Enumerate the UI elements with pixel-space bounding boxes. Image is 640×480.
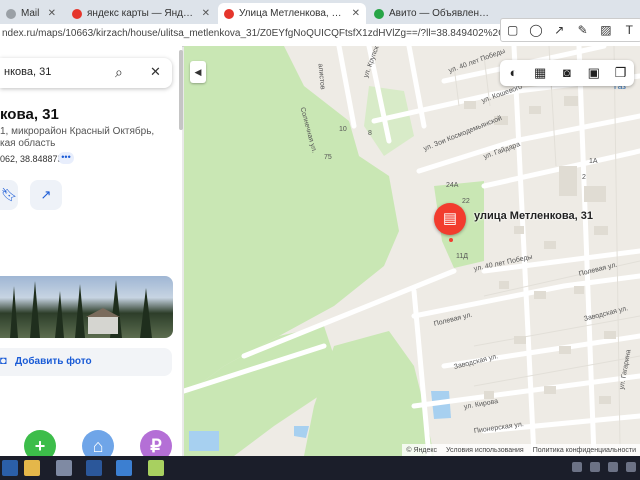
map-canvas[interactable]: Солнечная ул. ул. Крупской алистов ул. 4…: [184, 46, 640, 456]
house-number: 24А: [446, 182, 459, 189]
maps-favicon-icon: [224, 8, 234, 19]
house-number: 75: [324, 154, 332, 161]
browser-app-icon[interactable]: [148, 460, 164, 476]
house-number: 8: [368, 130, 372, 137]
map-layers-control: ◐ ▦ ◙ ▣ ❐: [500, 60, 634, 86]
os-taskbar: [0, 456, 640, 480]
close-tab-icon[interactable]: ✕: [48, 8, 56, 19]
yandex-favicon-icon: [72, 8, 82, 19]
building-icon: ▤: [442, 210, 458, 227]
panel-scrollbar[interactable]: [179, 50, 183, 130]
map-drawing: [184, 46, 640, 456]
panorama-camera-icon[interactable]: ◙: [559, 65, 575, 81]
text-tool-icon[interactable]: T: [622, 23, 636, 37]
bookmark-button[interactable]: 🔖︎: [0, 180, 18, 210]
ruble-icon: ₽: [150, 436, 162, 456]
app-icon[interactable]: [116, 460, 132, 476]
browser-tab-maps[interactable]: Улица Метленкова, 31 — Яндекс ✕: [218, 3, 366, 24]
place-title: кова, 31: [0, 106, 59, 123]
rectangle-tool-icon[interactable]: ▢: [506, 23, 520, 37]
house-number: 1А: [589, 158, 598, 165]
plus-icon: +: [34, 436, 46, 456]
payment-button[interactable]: ₽: [140, 430, 172, 456]
place-photo[interactable]: [0, 276, 173, 338]
place-marker-dot: [449, 238, 453, 242]
add-photo-label: Добавить фото: [15, 356, 92, 367]
tray-battery-icon[interactable]: [608, 462, 618, 472]
ellipse-tool-icon[interactable]: ◯: [529, 23, 543, 37]
house-number: 2: [582, 174, 586, 181]
pencil-tool-icon[interactable]: ✎: [576, 23, 590, 37]
chevron-left-icon: ◀: [194, 67, 202, 77]
copyright-text[interactable]: © Яндекс: [406, 447, 437, 454]
mail-favicon-icon: [6, 8, 16, 19]
house-number: 22: [462, 198, 470, 205]
map-layer-icon[interactable]: ▦: [532, 65, 548, 81]
layers-icon[interactable]: ◐: [505, 65, 521, 81]
add-button[interactable]: +: [24, 430, 56, 456]
terms-link[interactable]: Условия использования: [446, 447, 524, 454]
place-card-panel: нкова, 31 ⌕ ✕ кова, 31 1, микрорайон Кра…: [0, 46, 182, 456]
tray-network-icon[interactable]: [572, 462, 582, 472]
basket-icon: ⌂: [92, 436, 104, 456]
close-tab-icon[interactable]: ✕: [352, 8, 360, 19]
browser-tab-mail[interactable]: Mail ✕: [0, 3, 62, 24]
share-button[interactable]: ↗: [30, 180, 62, 210]
system-tray: [572, 462, 636, 472]
camera-icon: ◘: [0, 355, 7, 367]
search-input[interactable]: нкова, 31: [4, 66, 51, 78]
collapse-panel-button[interactable]: ◀: [190, 61, 206, 83]
drawing-toolbar: ▢ ◯ ↗ ✎ ▨ T: [500, 18, 640, 42]
house-number: 10: [339, 126, 347, 133]
more-layers-icon[interactable]: ❐: [613, 65, 629, 81]
avito-favicon-icon: [374, 8, 384, 19]
close-tab-icon[interactable]: ✕: [202, 8, 210, 19]
privacy-link[interactable]: Политика конфиденциальности: [533, 447, 636, 454]
mail-app-icon[interactable]: [56, 460, 72, 476]
tray-volume-icon[interactable]: [590, 462, 600, 472]
photo-trees: [10, 280, 152, 338]
marker-tool-icon[interactable]: ▨: [599, 23, 613, 37]
search-icon[interactable]: ⌕: [115, 64, 123, 81]
place-address-line1: 1, микрорайон Красный Октябрь,: [0, 126, 155, 137]
place-address-line2: кая область: [0, 138, 56, 149]
shop-button[interactable]: ⌂: [82, 430, 114, 456]
arrow-tool-icon[interactable]: ↗: [552, 23, 566, 37]
map-attribution: © Яндекс Условия использования Политика …: [402, 444, 640, 456]
house-number: 11Д: [456, 253, 469, 260]
url-text[interactable]: ndex.ru/maps/10663/kirzach/house/ulitsa_…: [2, 28, 581, 39]
browser-tab-avito[interactable]: Авито — Объявления на сайте А: [368, 3, 496, 24]
search-box[interactable]: нкова, 31 ⌕ ✕: [0, 58, 172, 88]
place-coordinates[interactable]: 062, 38.848875: [0, 154, 63, 164]
add-photo-button[interactable]: ◘ Добавить фото: [0, 348, 172, 376]
word-app-icon[interactable]: [86, 460, 102, 476]
transport-bus-icon[interactable]: ▣: [586, 65, 602, 81]
close-icon[interactable]: ✕: [150, 64, 161, 80]
bookmark-icon: 🔖︎: [0, 187, 18, 202]
file-explorer-icon[interactable]: [24, 460, 40, 476]
share-icon: ↗: [40, 187, 52, 202]
tray-language-icon[interactable]: [626, 462, 636, 472]
place-marker[interactable]: ▤: [434, 203, 466, 235]
place-marker-label[interactable]: улица Метленкова, 31: [474, 210, 593, 222]
coords-more-button[interactable]: •••: [58, 152, 74, 164]
start-icon[interactable]: [2, 460, 18, 476]
browser-tab-yandex-search[interactable]: яндекс карты — Яндекс: нашлось ✕: [66, 3, 216, 24]
